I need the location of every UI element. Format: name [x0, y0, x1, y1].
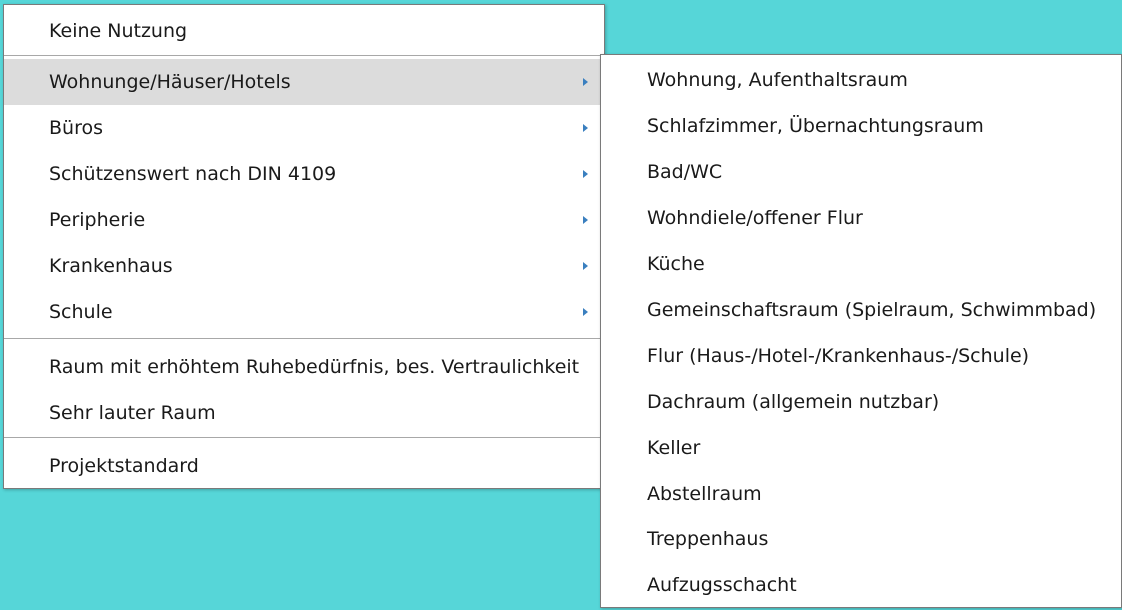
submenu-item-label: Wohndiele/offener Flur [647, 207, 863, 229]
submenu-item-wohndiele[interactable]: Wohndiele/offener Flur [601, 195, 1121, 241]
menu-item-label: Büros [49, 117, 103, 139]
menu-item-peripherie[interactable]: Peripherie [4, 197, 604, 243]
submenu-item-aufzugsschacht[interactable]: Aufzugsschacht [601, 562, 1121, 608]
submenu-arrow-icon [583, 262, 588, 270]
submenu-item-label: Dachraum (allgemein nutzbar) [647, 391, 940, 413]
menu-item-label: Schule [49, 301, 113, 323]
menu-separator [4, 55, 604, 56]
menu-separator [4, 437, 604, 438]
submenu-arrow-icon [583, 170, 588, 178]
submenu-item-abstellraum[interactable]: Abstellraum [601, 471, 1121, 517]
menu-item-wohnungen[interactable]: Wohnunge/Häuser/Hotels [4, 59, 604, 105]
submenu-item-label: Aufzugsschacht [647, 574, 797, 596]
context-menu: Keine Nutzung Wohnunge/Häuser/Hotels Bür… [3, 4, 605, 489]
menu-item-schule[interactable]: Schule [4, 289, 604, 335]
submenu-item-wohnung[interactable]: Wohnung, Aufenthaltsraum [601, 57, 1121, 103]
menu-item-schuetzenswert[interactable]: Schützenswert nach DIN 4109 [4, 151, 604, 197]
submenu-item-keller[interactable]: Keller [601, 425, 1121, 471]
menu-item-sehr-lauter-raum[interactable]: Sehr lauter Raum [4, 390, 604, 436]
submenu-item-label: Flur (Haus-/Hotel-/Krankenhaus-/Schule) [647, 345, 1030, 367]
submenu-item-schlafzimmer[interactable]: Schlafzimmer, Übernachtungsraum [601, 103, 1121, 149]
submenu-item-gemeinschaftsraum[interactable]: Gemeinschaftsraum (Spielraum, Schwimmbad… [601, 287, 1121, 333]
menu-item-krankenhaus[interactable]: Krankenhaus [4, 243, 604, 289]
menu-item-label: Projektstandard [49, 455, 199, 477]
submenu-item-label: Schlafzimmer, Übernachtungsraum [647, 115, 984, 137]
menu-item-label: Sehr lauter Raum [49, 402, 216, 424]
menu-item-keine-nutzung[interactable]: Keine Nutzung [4, 8, 604, 54]
menu-item-label: Keine Nutzung [49, 20, 188, 42]
submenu-item-dachraum[interactable]: Dachraum (allgemein nutzbar) [601, 379, 1121, 425]
menu-item-ruhebeduerfnis[interactable]: Raum mit erhöhtem Ruhebedürfnis, bes. Ve… [4, 344, 604, 390]
submenu-item-flur[interactable]: Flur (Haus-/Hotel-/Krankenhaus-/Schule) [601, 333, 1121, 379]
submenu-arrow-icon [583, 308, 588, 316]
menu-separator [4, 338, 604, 339]
submenu-arrow-icon [583, 78, 588, 86]
menu-item-label: Krankenhaus [49, 255, 173, 277]
submenu-item-label: Gemeinschaftsraum (Spielraum, Schwimmbad… [647, 299, 1097, 321]
menu-item-label: Peripherie [49, 209, 146, 231]
menu-item-projektstandard[interactable]: Projektstandard [4, 443, 604, 489]
menu-item-bueros[interactable]: Büros [4, 105, 604, 151]
menu-item-label: Schützenswert nach DIN 4109 [49, 163, 337, 185]
menu-item-label: Wohnunge/Häuser/Hotels [49, 71, 291, 93]
submenu-item-label: Abstellraum [647, 483, 762, 505]
submenu-item-label: Wohnung, Aufenthaltsraum [647, 69, 908, 91]
submenu-item-label: Treppenhaus [647, 528, 769, 550]
submenu: Wohnung, Aufenthaltsraum Schlafzimmer, Ü… [600, 54, 1122, 608]
submenu-item-treppenhaus[interactable]: Treppenhaus [601, 516, 1121, 562]
submenu-item-bad-wc[interactable]: Bad/WC [601, 149, 1121, 195]
submenu-arrow-icon [583, 124, 588, 132]
submenu-item-kueche[interactable]: Küche [601, 241, 1121, 287]
submenu-item-label: Bad/WC [647, 161, 723, 183]
menu-item-label: Raum mit erhöhtem Ruhebedürfnis, bes. Ve… [49, 356, 580, 378]
submenu-arrow-icon [583, 216, 588, 224]
submenu-item-label: Küche [647, 253, 705, 275]
submenu-item-label: Keller [647, 437, 701, 459]
